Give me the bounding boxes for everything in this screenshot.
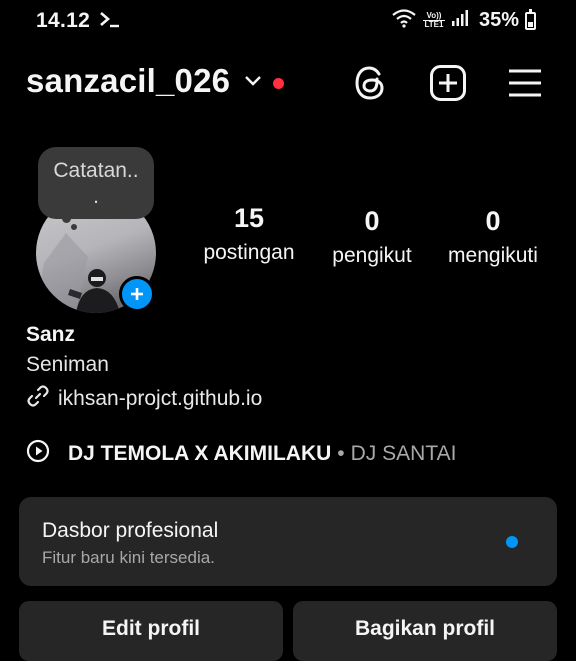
stat-following-value: 0	[485, 206, 501, 236]
chevron-down-icon[interactable]	[244, 74, 262, 92]
username[interactable]: sanzacil_026	[26, 62, 230, 100]
play-icon[interactable]	[26, 439, 50, 469]
note-tail	[62, 214, 71, 223]
edit-profile-button[interactable]: Edit profil	[19, 601, 283, 661]
music-artist: DJ SANTAI	[350, 442, 457, 465]
threads-icon[interactable]	[350, 63, 390, 103]
note-text: Catatan.. .	[53, 159, 139, 208]
status-indicators: Vo)) LTE1 35%	[391, 8, 536, 33]
profile-link-text: ikhsan-projct.github.io	[58, 387, 263, 410]
wifi-icon	[391, 8, 417, 33]
stat-followers-value: 0	[364, 206, 380, 236]
professional-dashboard-subtitle: Fitur baru kini tersedia.	[42, 548, 215, 567]
battery-icon	[525, 8, 536, 30]
link-icon	[26, 384, 50, 414]
professional-dashboard-title: Dasbor profesional	[42, 519, 219, 542]
stat-followers-label: pengikut	[332, 244, 412, 267]
volte-bottom-label: LTE1	[422, 20, 445, 29]
stat-followers[interactable]: 0 pengikut	[322, 206, 422, 270]
music-separator: •	[337, 442, 345, 465]
add-story-button[interactable]	[119, 276, 155, 312]
status-time: 14.12	[36, 9, 91, 32]
stat-following[interactable]: 0 mengikuti	[440, 206, 546, 270]
new-feature-dot	[506, 536, 518, 548]
stat-following-label: mengikuti	[448, 244, 538, 267]
profile-music[interactable]: DJ TEMOLA X AKIMILAKU • DJ SANTAI	[26, 439, 456, 469]
volte-top-label: Vo))	[426, 11, 442, 20]
plus-icon	[131, 288, 143, 300]
create-icon[interactable]	[428, 63, 468, 103]
battery-percent: 35%	[478, 9, 519, 31]
profile-category: Seniman	[26, 353, 109, 376]
stat-posts[interactable]: 15 postingan	[198, 203, 300, 267]
stat-posts-label: postingan	[203, 241, 295, 264]
profile-link[interactable]: ikhsan-projct.github.io	[26, 384, 262, 414]
terminal-icon	[99, 9, 121, 35]
stat-posts-value: 15	[233, 203, 265, 233]
signal-icon	[451, 9, 469, 32]
music-title: DJ TEMOLA X AKIMILAKU	[68, 442, 332, 465]
note-tail-small	[71, 224, 77, 230]
note-bubble[interactable]: Catatan.. .	[38, 147, 154, 219]
menu-icon[interactable]	[505, 63, 545, 103]
share-profile-button[interactable]: Bagikan profil	[293, 601, 557, 661]
notification-dot	[273, 78, 284, 89]
profile-name: Sanz	[26, 323, 76, 346]
volte-indicator: Vo)) LTE1	[422, 11, 445, 29]
